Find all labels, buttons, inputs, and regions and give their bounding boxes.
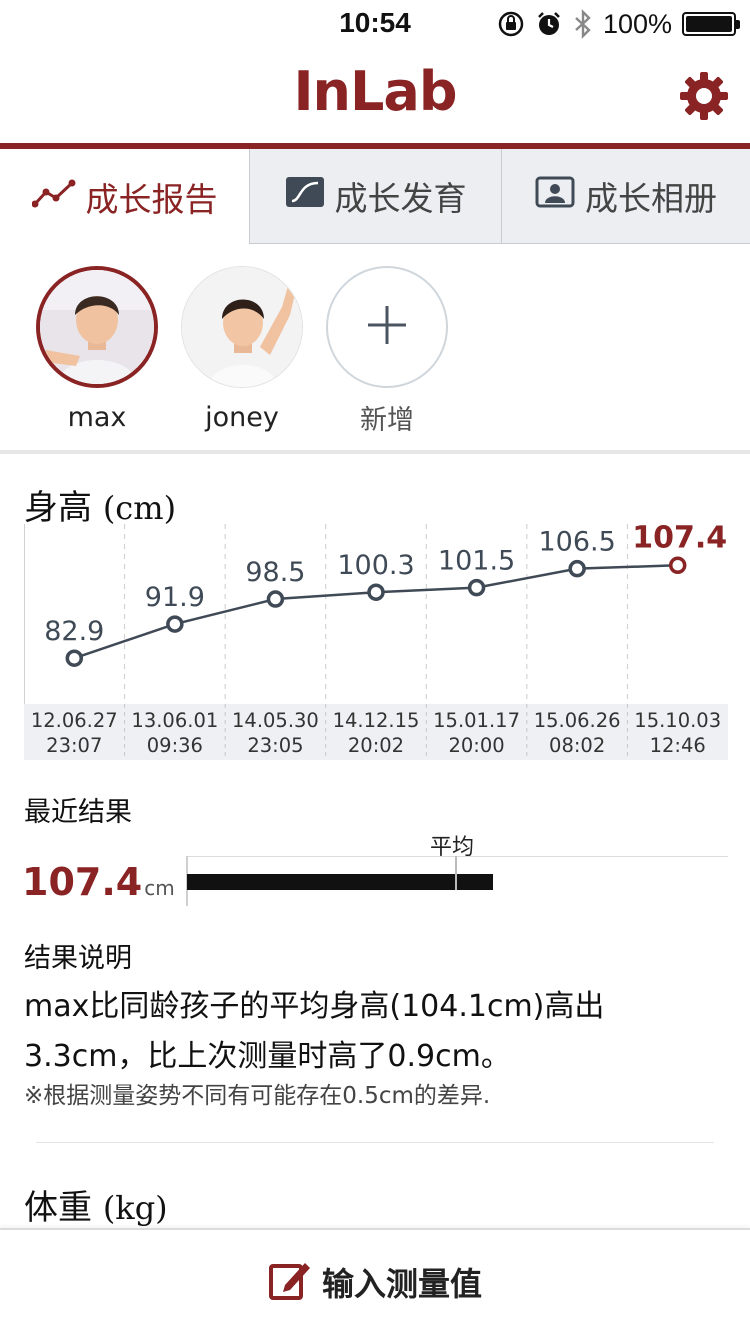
profile-name: max <box>67 402 127 433</box>
chart-date-label: 14.12.15 <box>333 709 420 732</box>
add-profile-label: 新增 <box>360 405 414 436</box>
status-bar: 10:54 100% <box>0 0 750 48</box>
profile-max[interactable]: max <box>34 266 160 433</box>
chart-time-label: 23:05 <box>247 734 303 757</box>
rotation-lock-icon <box>497 10 525 38</box>
height-data-label: 82.9 <box>44 616 104 647</box>
result-explanation-title: 结果说明 <box>24 943 132 974</box>
profile-selector: max joney 新增 <box>0 244 750 452</box>
profile-add[interactable]: 新增 <box>324 266 450 437</box>
avatar-max[interactable] <box>36 266 158 388</box>
height-data-point <box>65 649 84 667</box>
height-data-point <box>367 583 385 601</box>
chart-date-label: 12.06.27 <box>31 709 118 732</box>
section-divider <box>0 450 750 454</box>
result-explanation-text: max比同龄孩子的平均身高(104.1cm)高出 3.3cm，比上次测量时高了0… <box>24 982 724 1082</box>
edit-icon <box>268 1258 312 1306</box>
chart-time-label: 20:02 <box>348 734 404 757</box>
height-unit: (cm) <box>102 489 177 527</box>
avatar-joney[interactable] <box>181 266 303 388</box>
latest-height-number: 107.4 <box>22 860 143 904</box>
chart-time-label: 09:36 <box>147 734 203 757</box>
chart-date-label: 13.06.01 <box>131 709 218 732</box>
tab-label: 成长报告 <box>85 179 218 219</box>
app-logo: InLab <box>293 60 457 123</box>
chart-date-label: 14.05.30 <box>232 709 319 732</box>
latest-height-unit: cm <box>144 876 175 900</box>
chart-time-label: 12:46 <box>650 734 706 757</box>
growth-curve-icon <box>285 176 325 216</box>
tab-growth-development[interactable]: 成长发育 <box>249 149 501 244</box>
height-title: 身高 <box>24 488 92 528</box>
battery-icon <box>682 12 740 36</box>
app-header: InLab <box>0 48 750 146</box>
height-data-point <box>266 590 285 608</box>
height-data-label: 107.4 <box>632 524 727 555</box>
height-data-label: 100.3 <box>337 550 414 581</box>
tab-growth-album[interactable]: 成长相册 <box>501 149 750 244</box>
height-chart: 82.9 12.06.27 23:07 91.9 13.06.01 09:36 98.5 14… <box>24 520 728 760</box>
alarm-icon <box>535 10 563 38</box>
trend-line-icon <box>31 177 76 216</box>
chart-time-label: 23:07 <box>46 734 102 757</box>
weight-title: 体重 <box>24 1188 92 1228</box>
measurement-note: ※根据测量姿势不同有可能存在0.5cm的差异. <box>24 1083 491 1109</box>
weight-unit: (kg) <box>102 1189 168 1227</box>
tab-label: 成长发育 <box>334 179 467 218</box>
plus-icon <box>365 303 409 351</box>
input-measurement-button[interactable]: 输入测量值 <box>0 1228 750 1334</box>
chart-date-label: 15.06.26 <box>534 709 621 732</box>
chart-date-label: 15.01.17 <box>433 709 520 732</box>
status-icons: 100% <box>497 6 740 42</box>
height-data-point <box>568 559 586 578</box>
input-measurement-label: 输入测量值 <box>321 1265 482 1303</box>
add-profile-button[interactable] <box>326 266 448 388</box>
photo-album-icon <box>535 176 575 216</box>
tab-label: 成长相册 <box>585 179 717 218</box>
height-data-label: 91.9 <box>145 582 205 613</box>
height-data-label: 106.5 <box>538 527 615 558</box>
result-line-1: max比同龄孩子的平均身高(104.1cm)高出 <box>24 989 605 1024</box>
latest-height-value: 107.4 cm <box>22 860 175 904</box>
height-section-title: 身高 (cm) <box>24 480 176 529</box>
result-line-2: 3.3cm，比上次测量时高了0.9cm。 <box>24 1039 511 1074</box>
height-data-point <box>166 615 184 633</box>
tab-growth-report[interactable]: 成长报告 <box>0 149 249 244</box>
height-data-point <box>467 578 486 597</box>
chart-time-label: 08:02 <box>549 734 605 757</box>
weight-section-title: 体重 (kg) <box>24 1180 168 1229</box>
tab-bar: 成长报告 成长发育 成长相册 <box>0 149 750 244</box>
chart-time-label: 20:00 <box>448 734 504 757</box>
latest-result-label: 最近结果 <box>24 797 132 828</box>
height-compare-bar <box>186 855 728 906</box>
content-divider <box>36 1142 714 1143</box>
chart-date-label: 15.10.03 <box>634 709 721 732</box>
bluetooth-icon <box>573 9 593 39</box>
height-chart-svg: 82.9 12.06.2723:07 91.9 13.06.0109:36 98.5 14… <box>24 520 728 760</box>
height-value-bar <box>187 874 493 890</box>
profile-joney[interactable]: joney <box>179 266 305 433</box>
height-data-label: 101.5 <box>438 546 515 577</box>
battery-percent: 100% <box>602 8 672 39</box>
height-data-point <box>668 556 687 575</box>
settings-gear-icon[interactable] <box>678 70 730 122</box>
profile-name: joney <box>205 402 279 433</box>
height-data-label: 98.5 <box>245 557 305 588</box>
